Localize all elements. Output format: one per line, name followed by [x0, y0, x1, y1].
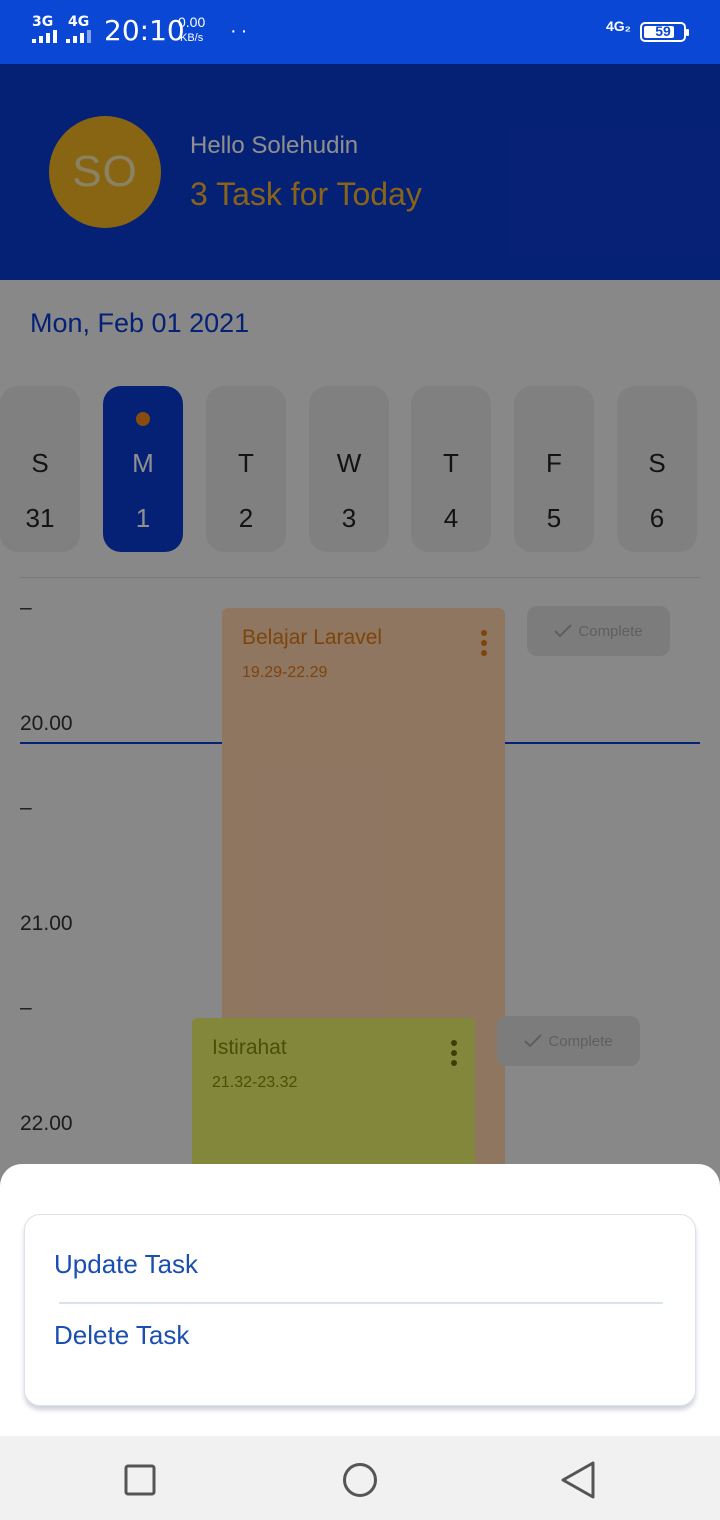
signal-bars-icon	[32, 30, 57, 43]
speed-unit: KB/s	[180, 32, 204, 44]
network-3g-label: 3G	[32, 14, 54, 30]
battery-icon: 59	[640, 22, 689, 42]
network-speed: 0.00 KB/s	[178, 14, 205, 46]
network-4g-right: 4G₂	[606, 18, 631, 34]
battery-level: 59	[655, 23, 671, 39]
network-4g-label: 4G	[68, 14, 90, 30]
system-nav-bar	[0, 1436, 720, 1520]
divider	[59, 1302, 663, 1304]
status-bar: 3G 4G 20:10 0.00 KB/s ·· 4G₂ 59	[0, 0, 720, 64]
recents-square-icon[interactable]	[120, 1460, 160, 1500]
update-task-button[interactable]: Update Task	[54, 1249, 198, 1280]
bottom-sheet: Update Task Delete Task	[0, 1164, 720, 1436]
notification-dots: ··	[230, 20, 252, 42]
speed-value: 0.00	[178, 14, 206, 30]
back-triangle-icon[interactable]	[558, 1460, 598, 1500]
home-circle-icon[interactable]	[340, 1460, 380, 1500]
clock: 20:10	[104, 14, 185, 47]
signal-bars-icon	[66, 30, 91, 43]
action-list: Update Task Delete Task	[24, 1214, 696, 1406]
delete-task-button[interactable]: Delete Task	[54, 1320, 189, 1351]
